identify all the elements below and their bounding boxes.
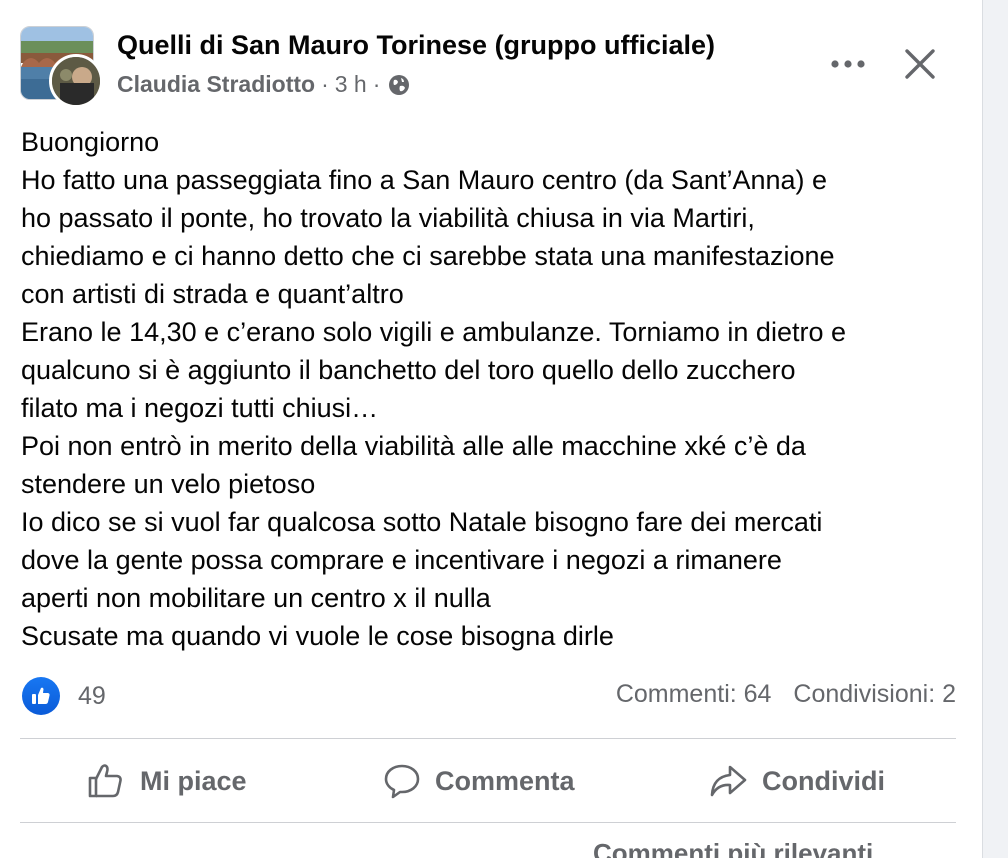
post-line: aperti non mobilitare un centro x il nul… (21, 583, 491, 613)
shares-count[interactable]: Condivisioni: 2 (793, 680, 956, 708)
more-options-icon[interactable] (826, 46, 870, 82)
comments-sort-label: Commenti più rilevanti (593, 838, 874, 858)
comment-button[interactable]: Commenta (383, 754, 575, 808)
post-line: con artisti di strada e quant’altro (21, 279, 404, 309)
share-button[interactable]: Condividi (708, 754, 885, 808)
meta-separator: · (321, 71, 329, 97)
group-name[interactable]: Quelli di San Mauro Torinese (gruppo uff… (117, 30, 715, 61)
like-button[interactable]: Mi piace (86, 754, 247, 808)
post-page: Quelli di San Mauro Torinese (gruppo uff… (0, 0, 1008, 858)
like-reaction-icon (22, 677, 60, 715)
author-name[interactable]: Claudia Stradiotto (117, 71, 315, 98)
post-line: stendere un velo pietoso (21, 469, 316, 499)
post-header: Quelli di San Mauro Torinese (gruppo uff… (18, 24, 958, 108)
comments-sort-dropdown[interactable]: Commenti più rilevanti (593, 838, 873, 858)
globe-icon (388, 74, 410, 96)
post-text: Buongiorno Ho fatto una passeggiata fino… (21, 123, 971, 655)
post-time[interactable]: 3 h (335, 71, 367, 98)
meta-separator-2: · (372, 71, 381, 97)
share-icon (710, 765, 747, 797)
thumbs-up-icon (88, 764, 122, 798)
like-button-label: Mi piace (140, 765, 247, 796)
right-gutter (983, 0, 1008, 858)
post-meta: Claudia Stradiotto · 3 h · (117, 71, 410, 98)
actions-bottom-divider (20, 822, 956, 823)
post-line: ho passato il ponte, ho trovato la viabi… (21, 203, 755, 233)
post-line: Ho fatto una passeggiata fino a San Maur… (21, 165, 828, 195)
post-line: filato ma i negozi tutti chiusi… (21, 393, 379, 423)
post-line: Io dico se si vuol far qualcosa sotto Na… (21, 507, 823, 537)
post-line: chiediamo e ci hanno detto che ci sarebb… (21, 241, 835, 271)
post-line: Poi non entrò in merito della viabilità … (21, 431, 806, 461)
like-count: 49 (78, 681, 106, 710)
comments-count[interactable]: Commenti: 64 (616, 680, 772, 708)
post-line: Scusate ma quando vi vuole le cose bisog… (21, 621, 614, 651)
share-button-label: Condividi (762, 765, 885, 796)
post-line: dove la gente possa comprare e incentiva… (21, 545, 782, 575)
engagement-counts: Commenti: 64 Condivisioni: 2 (616, 680, 956, 709)
reactions-summary[interactable]: 49 (22, 676, 106, 716)
author-avatar[interactable] (49, 54, 103, 108)
actions-top-divider (20, 738, 956, 739)
close-icon[interactable] (898, 42, 942, 86)
comment-button-label: Commenta (435, 765, 575, 796)
post-line: Erano le 14,30 e c’erano solo vigili e a… (21, 317, 846, 347)
comment-icon (384, 764, 420, 799)
post-line: Buongiorno (21, 127, 160, 157)
post-line: qualcuno si è aggiunto il banchetto del … (21, 355, 796, 385)
